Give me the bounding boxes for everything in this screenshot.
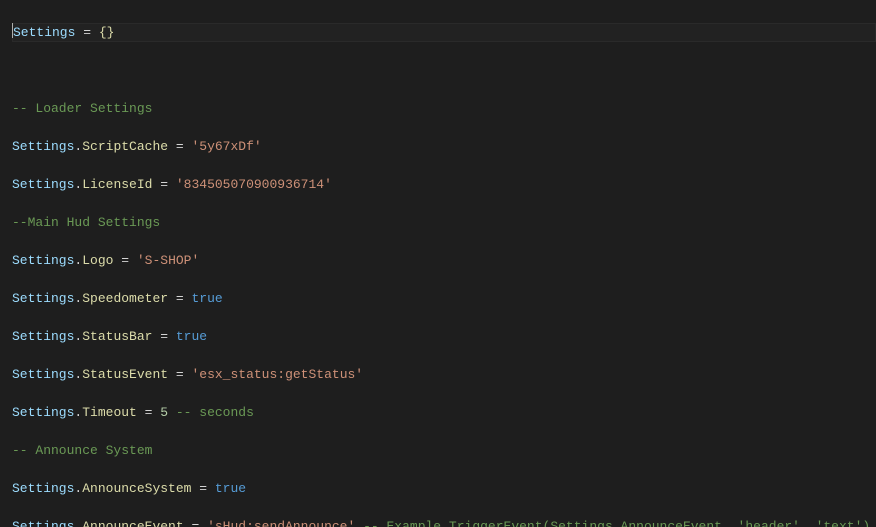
field: AnnounceSystem — [82, 481, 191, 496]
string: 'S-SHOP' — [137, 253, 199, 268]
comment: -- seconds — [168, 405, 254, 420]
code-line[interactable]: Settings.LicenseId = '834505070900936714… — [12, 175, 876, 194]
comment: --Main Hud Settings — [12, 215, 160, 230]
operator: = — [152, 329, 175, 344]
field: ScriptCache — [82, 139, 168, 154]
operator: = — [168, 139, 191, 154]
string: 'esx_status:getStatus' — [191, 367, 363, 382]
identifier: Settings — [12, 329, 74, 344]
field: AnnounceEvent — [82, 519, 183, 527]
identifier: Settings — [12, 177, 74, 192]
comment: -- Announce System — [12, 443, 152, 458]
brace: { — [99, 25, 107, 40]
operator: = — [137, 405, 160, 420]
number: 5 — [160, 405, 168, 420]
operator: = — [168, 367, 191, 382]
identifier: Settings — [12, 367, 74, 382]
identifier: Settings — [12, 481, 74, 496]
operator: = — [152, 177, 175, 192]
operator: = — [168, 291, 191, 306]
code-line[interactable]: Settings.Speedometer = true — [12, 289, 876, 308]
field: LicenseId — [82, 177, 152, 192]
string: '834505070900936714' — [176, 177, 332, 192]
code-line[interactable]: Settings.AnnounceSystem = true — [12, 479, 876, 498]
field: Timeout — [82, 405, 137, 420]
code-line[interactable]: -- Loader Settings — [12, 99, 876, 118]
code-line[interactable]: Settings.StatusEvent = 'esx_status:getSt… — [12, 365, 876, 384]
identifier: Settings — [12, 139, 74, 154]
field: StatusEvent — [82, 367, 168, 382]
operator: = — [75, 25, 98, 40]
comment: -- Loader Settings — [12, 101, 152, 116]
field: Logo — [82, 253, 113, 268]
code-line[interactable]: Settings.StatusBar = true — [12, 327, 876, 346]
code-line[interactable]: -- Announce System — [12, 441, 876, 460]
code-line[interactable]: Settings.ScriptCache = '5y67xDf' — [12, 137, 876, 156]
code-line[interactable] — [12, 61, 876, 80]
identifier: Settings — [12, 253, 74, 268]
string: 'sHud:sendAnnounce' — [207, 519, 355, 527]
code-line[interactable]: --Main Hud Settings — [12, 213, 876, 232]
identifier: Settings — [13, 25, 75, 40]
field: Speedometer — [82, 291, 168, 306]
operator: = — [191, 481, 214, 496]
operator: = — [113, 253, 136, 268]
identifier: Settings — [12, 291, 74, 306]
operator: = — [184, 519, 207, 527]
identifier: Settings — [12, 519, 74, 527]
boolean: true — [215, 481, 246, 496]
code-line[interactable]: Settings.Logo = 'S-SHOP' — [12, 251, 876, 270]
identifier: Settings — [12, 405, 74, 420]
code-line[interactable]: Settings.AnnounceEvent = 'sHud:sendAnnou… — [12, 517, 876, 527]
comment: -- Example TriggerEvent(Settings.Announc… — [355, 519, 870, 527]
brace: } — [107, 25, 115, 40]
string: '5y67xDf' — [191, 139, 261, 154]
field: StatusBar — [82, 329, 152, 344]
code-line[interactable]: Settings = {} — [12, 23, 876, 42]
code-line[interactable]: Settings.Timeout = 5 -- seconds — [12, 403, 876, 422]
code-editor[interactable]: Settings = {} -- Loader Settings Setting… — [0, 0, 876, 527]
boolean: true — [191, 291, 222, 306]
boolean: true — [176, 329, 207, 344]
